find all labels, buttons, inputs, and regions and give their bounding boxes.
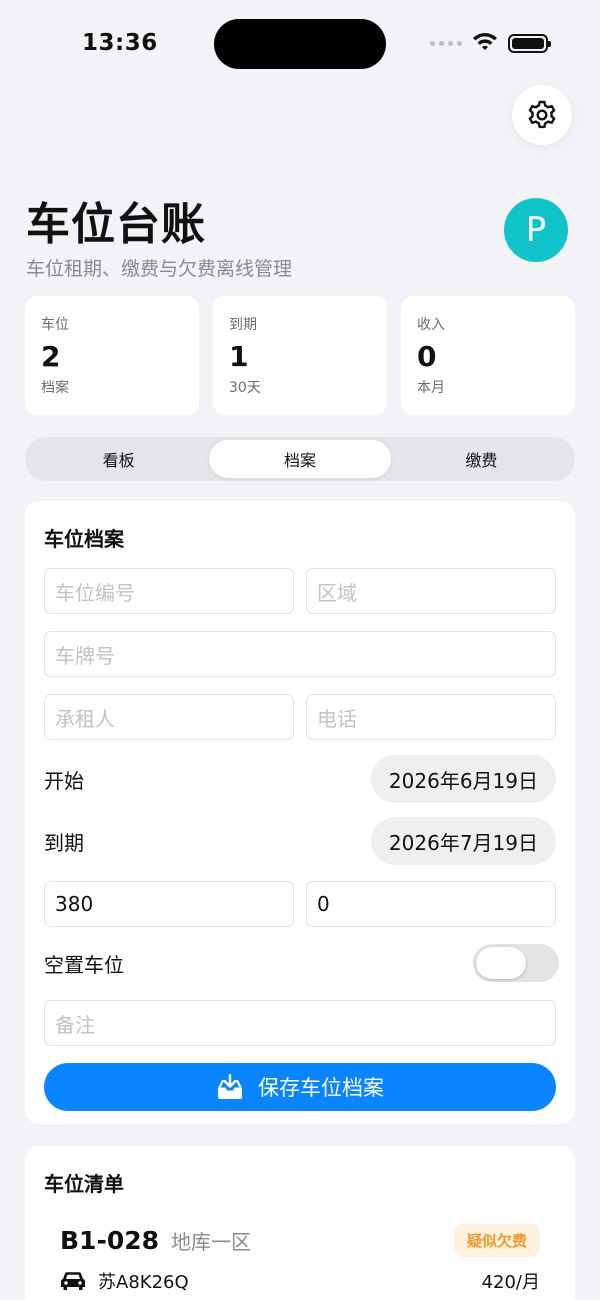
stat-label: 收入: [417, 317, 445, 333]
status-time: 13:36: [82, 30, 158, 56]
list-item[interactable]: B1-028 地库一区 疑似欠费 苏A8K26Q 420/月: [44, 1223, 556, 1295]
page-subtitle: 车位租期、缴费与欠费离线管理: [26, 258, 293, 280]
zone-input[interactable]: 区域: [306, 568, 556, 614]
stat-sub: 本月: [417, 380, 445, 396]
plate-wrap: 苏A8K26Q: [60, 1268, 189, 1294]
phone-input[interactable]: 电话: [306, 694, 556, 740]
stat-value: 0: [417, 340, 437, 373]
start-label: 开始: [44, 768, 84, 793]
status-icons: [430, 33, 551, 53]
end-date-picker[interactable]: 2026年7月19日: [370, 817, 556, 865]
list-item-bottom: 苏A8K26Q 420/月: [60, 1267, 540, 1295]
stat-sub: 档案: [41, 380, 69, 396]
stat-value: 2: [41, 340, 61, 373]
form-title: 车位档案: [44, 527, 124, 551]
vacant-row: 空置车位: [44, 943, 559, 983]
list-item-top: B1-028 地库一区 疑似欠费: [60, 1223, 540, 1257]
screen: 13:36 车位台账 车位租期、缴费与欠费离线管理 P 车位 2 档案 到期 1…: [0, 0, 600, 1300]
space-zone: 地库一区: [171, 1229, 252, 1254]
stat-card-spaces: 车位 2 档案: [25, 296, 199, 415]
gear-icon: [528, 100, 556, 129]
form-row: 承租人 电话: [44, 694, 556, 740]
stat-sub: 30天: [229, 380, 261, 396]
vacant-label: 空置车位: [44, 952, 124, 977]
avatar[interactable]: P: [504, 198, 568, 262]
end-label: 到期: [44, 830, 84, 855]
stat-card-income: 收入 0 本月: [401, 296, 575, 415]
start-date-picker[interactable]: 2026年6月19日: [370, 755, 556, 803]
car-icon: [60, 1272, 86, 1290]
stat-label: 到期: [229, 317, 257, 333]
tenant-input[interactable]: 承租人: [44, 694, 294, 740]
form-row: 380 0: [44, 881, 556, 927]
plate-input[interactable]: 车牌号: [44, 631, 556, 677]
tab-records[interactable]: 档案: [209, 440, 391, 478]
segmented-tabs: 看板 档案 缴费: [25, 437, 575, 481]
status-badge: 疑似欠费: [453, 1223, 540, 1257]
settings-button[interactable]: [512, 85, 572, 145]
toggle-knob: [476, 947, 526, 979]
list-item-heading: B1-028 地库一区: [60, 1226, 251, 1255]
tab-payments[interactable]: 缴费: [391, 440, 572, 478]
space-code-input[interactable]: 车位编号: [44, 568, 294, 614]
dynamic-island: [214, 19, 386, 69]
record-form-card: 车位档案 车位编号 区域 车牌号 承租人 电话 开始 2026年6月19日 到期…: [25, 501, 575, 1124]
save-record-button[interactable]: 保存车位档案: [44, 1063, 556, 1111]
signal-icon: [430, 40, 462, 46]
wifi-icon: [473, 33, 497, 50]
stats-row: 车位 2 档案 到期 1 30天 收入 0 本月: [25, 296, 575, 415]
page-title: 车位台账: [26, 199, 206, 250]
end-date-row: 到期 2026年7月19日: [44, 817, 556, 865]
battery-icon: [508, 33, 551, 53]
stat-label: 车位: [41, 317, 69, 333]
rent-amount: 420/月: [481, 1272, 540, 1293]
stat-value: 1: [229, 340, 249, 373]
vacant-toggle[interactable]: [473, 944, 559, 982]
note-input[interactable]: 备注: [44, 1000, 556, 1046]
rent-input[interactable]: 380: [44, 881, 294, 927]
form-row: 备注: [44, 1000, 556, 1046]
save-button-label: 保存车位档案: [258, 1076, 384, 1100]
form-row: 车牌号: [44, 631, 556, 677]
start-date-row: 开始 2026年6月19日: [44, 755, 556, 803]
plate-number: 苏A8K26Q: [98, 1272, 189, 1293]
space-list-card: 车位清单 B1-028 地库一区 疑似欠费 苏A8K26Q 420/月: [25, 1146, 575, 1300]
space-code: B1-028: [60, 1225, 160, 1255]
list-title: 车位清单: [44, 1172, 124, 1196]
deposit-input[interactable]: 0: [306, 881, 556, 927]
stat-card-expiring: 到期 1 30天: [213, 296, 387, 415]
form-row: 车位编号 区域: [44, 568, 556, 614]
tray-download-icon: [218, 1074, 242, 1099]
tab-dashboard[interactable]: 看板: [28, 440, 209, 478]
